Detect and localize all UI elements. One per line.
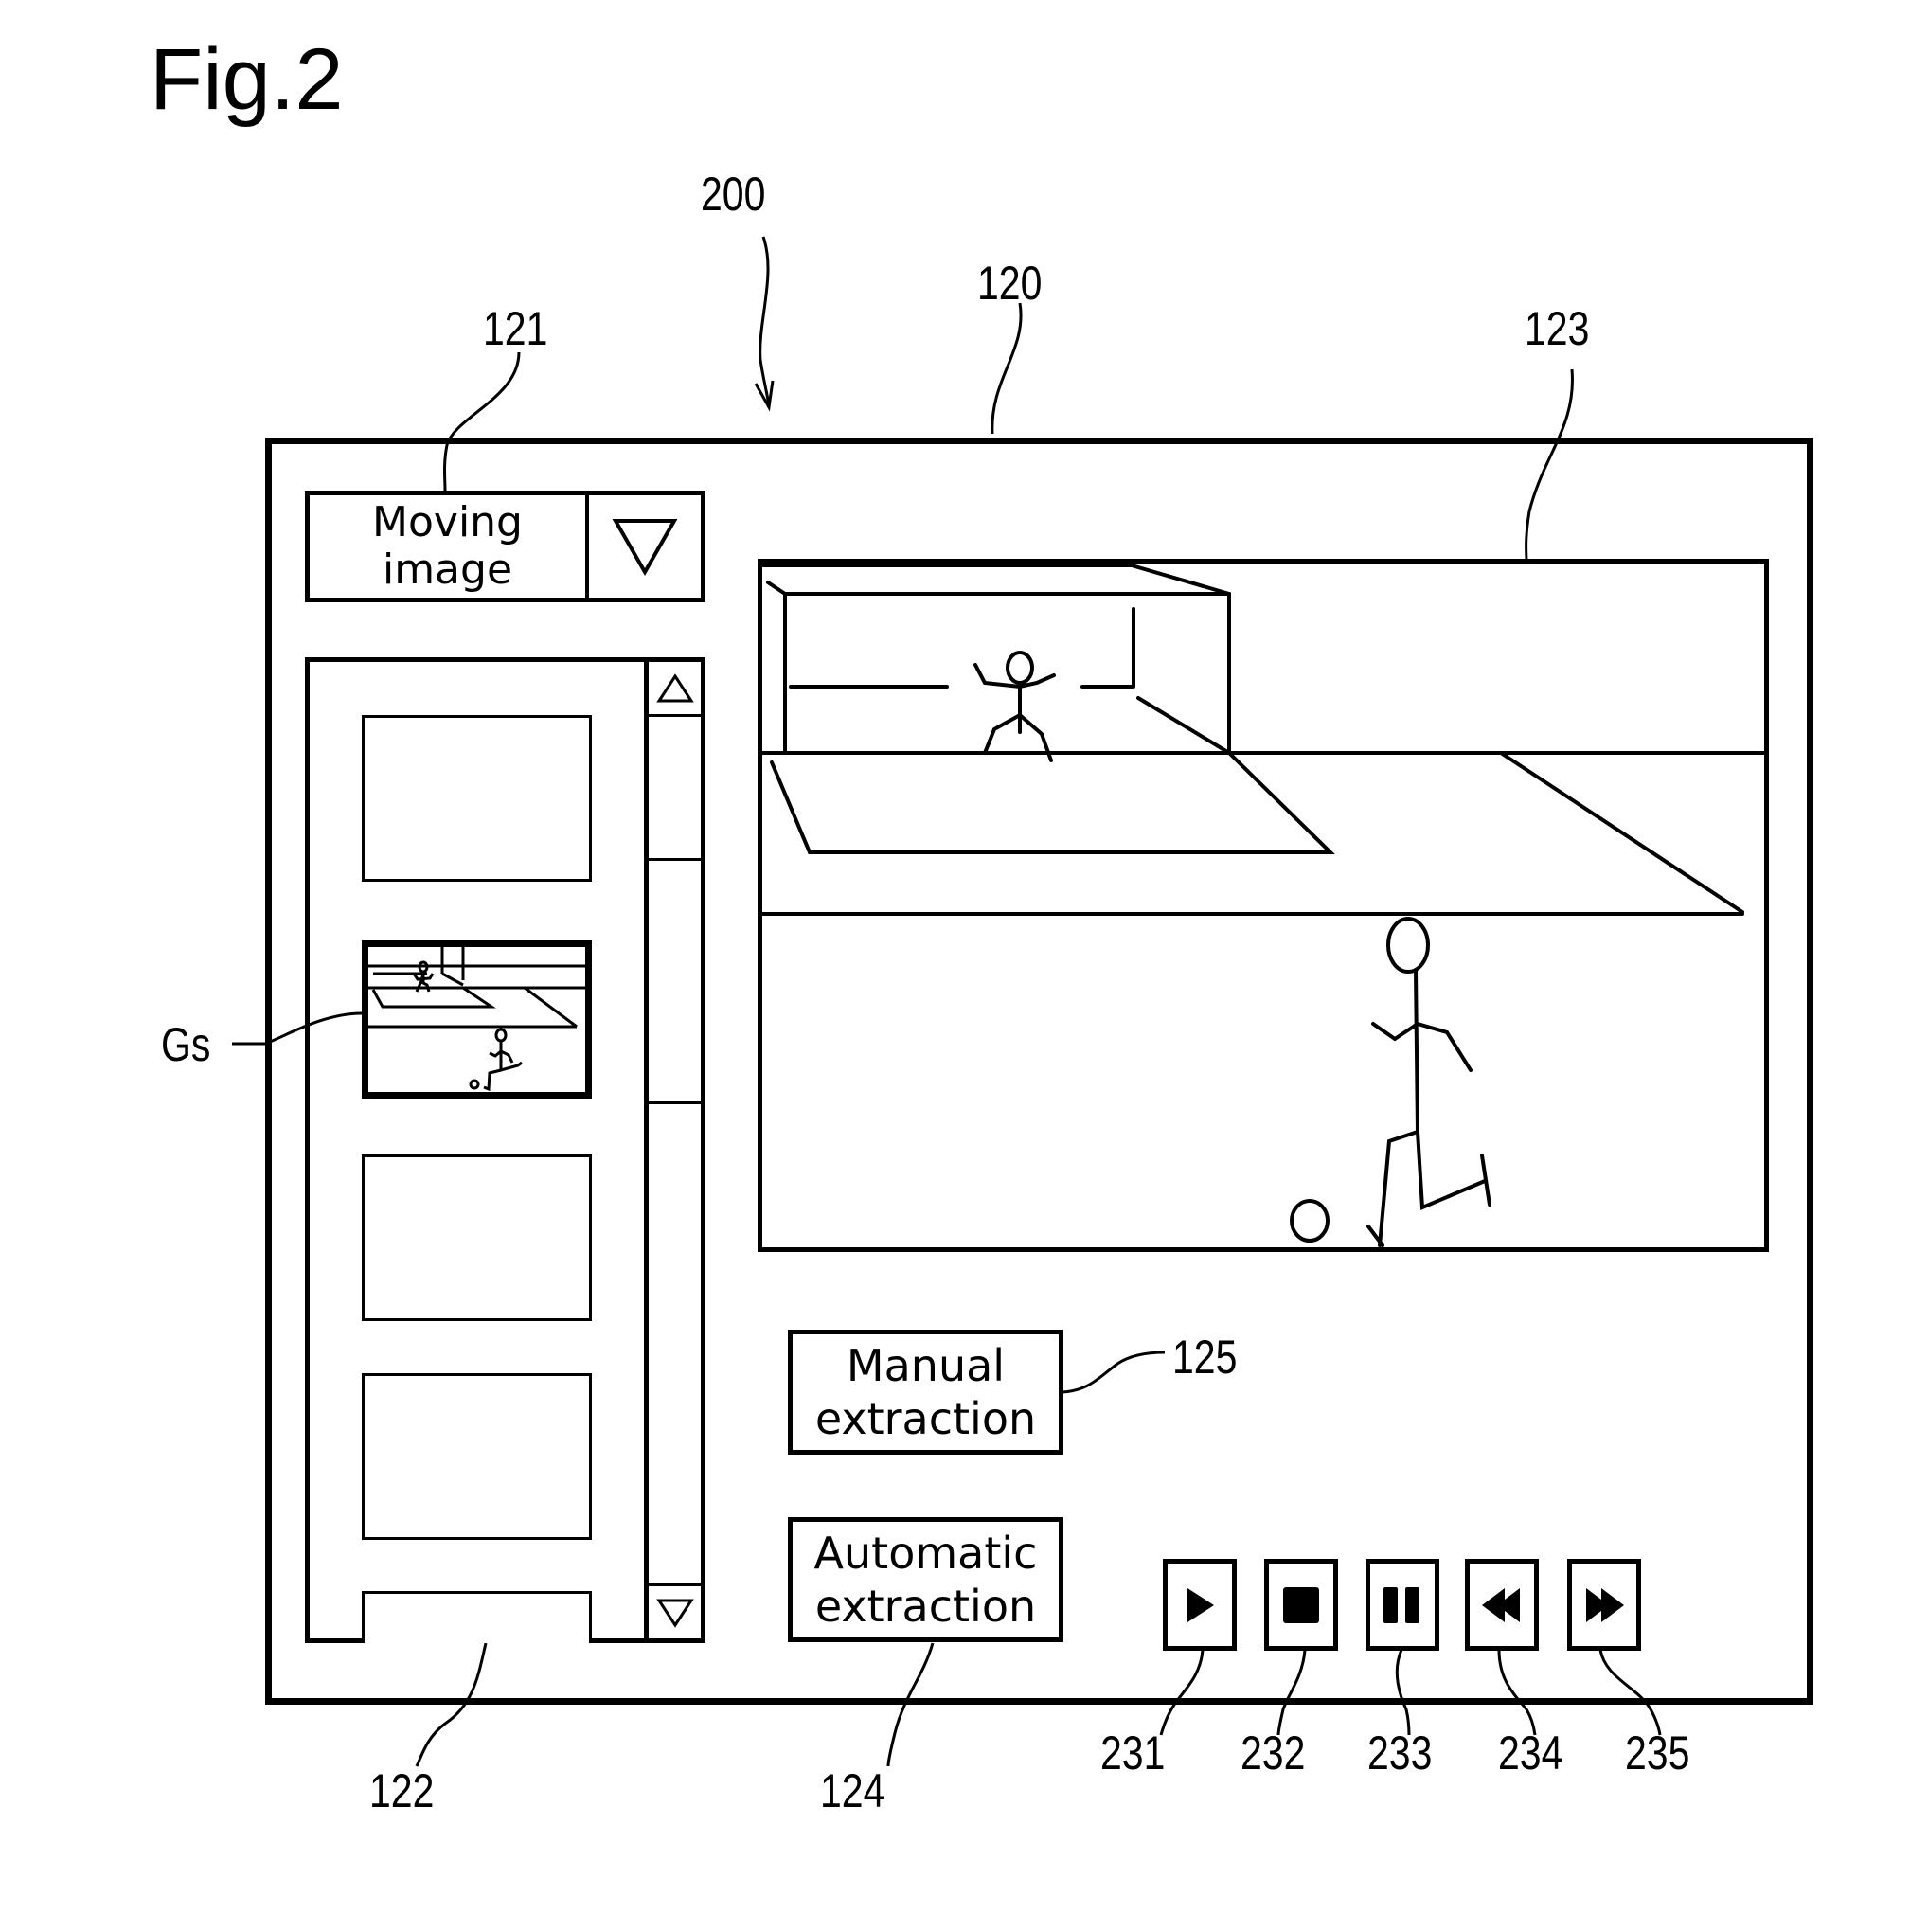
source-selector-dropdown[interactable]: Moving image bbox=[305, 491, 705, 602]
source-selector-value-line2: image bbox=[382, 546, 513, 594]
ref-label-233: 233 bbox=[1367, 1726, 1433, 1780]
thumbnail-scene-image bbox=[368, 947, 585, 1092]
thumbnail-item-partial[interactable] bbox=[362, 1591, 592, 1643]
dropdown-toggle-button[interactable] bbox=[589, 495, 701, 598]
play-button[interactable] bbox=[1163, 1559, 1237, 1651]
thumbnail-item[interactable] bbox=[362, 715, 592, 882]
scroll-down-button[interactable] bbox=[649, 1583, 701, 1638]
ref-label-200: 200 bbox=[701, 168, 766, 221]
ref-label-231: 231 bbox=[1100, 1726, 1166, 1780]
stop-icon bbox=[1283, 1586, 1319, 1623]
thumbnail-item[interactable] bbox=[362, 1373, 592, 1540]
pause-icon bbox=[1383, 1586, 1419, 1623]
scroll-up-button[interactable] bbox=[649, 662, 701, 717]
stop-button[interactable] bbox=[1264, 1559, 1338, 1651]
source-selector-value-line1: Moving bbox=[372, 498, 523, 546]
pause-button[interactable] bbox=[1366, 1559, 1439, 1651]
manual-extraction-label-line2: extraction bbox=[814, 1393, 1037, 1444]
scrollbar-thumb[interactable] bbox=[649, 717, 701, 861]
leader-200 bbox=[759, 236, 771, 406]
leader-120 bbox=[991, 302, 1023, 435]
triangle-up-icon bbox=[655, 672, 694, 702]
scrollbar-track[interactable] bbox=[649, 1101, 701, 1104]
thumbnail-item[interactable] bbox=[362, 1154, 592, 1321]
manual-extraction-label-line1: Manual bbox=[846, 1340, 1006, 1391]
play-icon bbox=[1187, 1587, 1214, 1622]
manual-extraction-button[interactable]: Manual extraction bbox=[788, 1330, 1063, 1455]
video-scene-image bbox=[760, 564, 1766, 1247]
triangle-down-icon bbox=[612, 519, 678, 576]
thumbnail-list-scrollbar[interactable] bbox=[644, 662, 701, 1638]
thumbnail-list bbox=[305, 657, 705, 1643]
ref-label-120: 120 bbox=[977, 257, 1043, 310]
rewind-icon bbox=[1482, 1587, 1520, 1622]
ref-label-234: 234 bbox=[1498, 1726, 1563, 1780]
fast-forward-button[interactable] bbox=[1567, 1559, 1641, 1651]
automatic-extraction-label-line1: Automatic bbox=[813, 1528, 1038, 1579]
rewind-button[interactable] bbox=[1465, 1559, 1539, 1651]
ref-label-gs: Gs bbox=[161, 1018, 211, 1071]
thumbnail-item-selected[interactable] bbox=[362, 940, 592, 1099]
ref-label-122: 122 bbox=[369, 1764, 435, 1817]
ref-label-235: 235 bbox=[1625, 1726, 1690, 1780]
triangle-down-icon bbox=[655, 1599, 694, 1628]
ref-label-124: 124 bbox=[820, 1764, 885, 1817]
ref-label-123: 123 bbox=[1525, 302, 1590, 355]
automatic-extraction-label-line2: extraction bbox=[814, 1581, 1037, 1632]
fast-forward-icon bbox=[1586, 1587, 1624, 1622]
ref-label-232: 232 bbox=[1241, 1726, 1306, 1780]
automatic-extraction-button[interactable]: Automatic extraction bbox=[788, 1517, 1063, 1642]
video-display[interactable] bbox=[758, 559, 1769, 1252]
ref-label-121: 121 bbox=[483, 302, 548, 355]
source-selector-value[interactable]: Moving image bbox=[310, 495, 589, 598]
